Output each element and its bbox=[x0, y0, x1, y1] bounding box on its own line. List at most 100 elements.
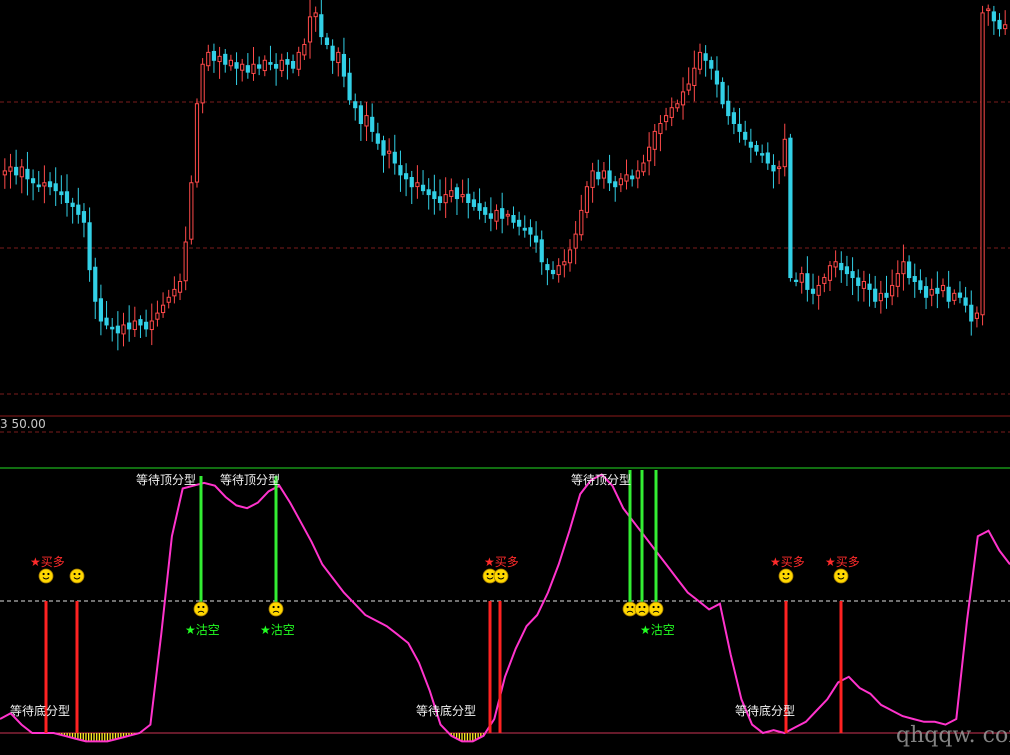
candle-body bbox=[47, 181, 53, 188]
candle-body bbox=[873, 288, 878, 302]
candle-body bbox=[607, 170, 612, 184]
candle-body bbox=[844, 266, 850, 275]
candle-body bbox=[375, 133, 380, 144]
candle-body bbox=[42, 182, 47, 187]
candle-body bbox=[816, 284, 821, 296]
candle-body bbox=[771, 164, 776, 172]
candle-body bbox=[839, 262, 844, 271]
candle-body bbox=[364, 115, 369, 127]
candle-body bbox=[590, 170, 595, 188]
candle-body bbox=[437, 196, 443, 204]
candle-body bbox=[336, 51, 341, 64]
candle-body bbox=[946, 286, 951, 302]
candle-body bbox=[104, 317, 109, 326]
candle-body bbox=[963, 297, 968, 306]
candle-body bbox=[302, 44, 307, 56]
bottom-pattern-label: 等待底分型 bbox=[10, 703, 70, 718]
candle-body bbox=[70, 202, 75, 207]
candle-body bbox=[319, 14, 324, 38]
candle-body bbox=[827, 265, 833, 281]
candle-body bbox=[30, 178, 36, 184]
candle-body bbox=[675, 103, 680, 109]
candle-body bbox=[878, 292, 883, 302]
candle-body bbox=[81, 211, 87, 223]
candle-body bbox=[511, 215, 516, 223]
sell-label: ★沽空 bbox=[260, 623, 295, 637]
candle-body bbox=[573, 233, 578, 249]
candle-body bbox=[403, 173, 409, 180]
candle-body bbox=[409, 177, 414, 188]
candle-body bbox=[160, 304, 166, 314]
candle-body bbox=[98, 298, 104, 322]
candle-body bbox=[262, 59, 267, 72]
candle-body bbox=[240, 63, 245, 71]
candle-body bbox=[251, 63, 256, 74]
candle-body bbox=[533, 235, 539, 243]
candle-body bbox=[245, 65, 250, 73]
candle-body bbox=[969, 304, 974, 322]
candle-body bbox=[850, 271, 855, 279]
candle-body bbox=[138, 319, 143, 326]
smiley-icon bbox=[69, 568, 85, 584]
candle-body bbox=[579, 209, 584, 236]
candle-body bbox=[420, 184, 426, 192]
candle-body bbox=[449, 190, 454, 197]
candle-body bbox=[313, 12, 318, 18]
top-pattern-label: 等待顶分型 bbox=[136, 473, 196, 487]
candle-body bbox=[330, 45, 335, 61]
candle-body bbox=[500, 208, 505, 219]
candle-body bbox=[115, 325, 120, 334]
bottom-pattern-label: 等待底分型 bbox=[735, 703, 795, 718]
candle-body bbox=[788, 137, 793, 279]
candle-body bbox=[127, 322, 132, 330]
candle-body bbox=[760, 153, 765, 156]
candle-body bbox=[217, 55, 222, 63]
candle-body bbox=[268, 62, 273, 65]
candle-body bbox=[986, 8, 991, 12]
candle-body bbox=[952, 292, 957, 301]
sad-face-icon bbox=[634, 601, 650, 617]
candle-body bbox=[64, 191, 70, 204]
sad-face-icon bbox=[648, 601, 664, 617]
candle-body bbox=[680, 91, 686, 106]
candle-body bbox=[121, 324, 126, 335]
candle-body bbox=[991, 11, 996, 22]
candle-body bbox=[59, 191, 64, 196]
candle-body bbox=[895, 273, 900, 287]
candle-body bbox=[454, 187, 460, 200]
candle-body bbox=[228, 59, 233, 67]
candle-body bbox=[132, 320, 137, 331]
candle-body bbox=[929, 288, 934, 296]
candle-body bbox=[19, 166, 24, 178]
candle-body bbox=[166, 296, 171, 303]
candle-body bbox=[635, 170, 640, 179]
candle-body bbox=[562, 261, 567, 266]
candle-body bbox=[528, 227, 533, 235]
candle-body bbox=[290, 60, 296, 69]
candle-body bbox=[618, 178, 623, 186]
smiley-icon bbox=[778, 568, 794, 584]
candle-body bbox=[149, 320, 154, 331]
sell-label: ★沽空 bbox=[185, 623, 220, 637]
candle-body bbox=[76, 204, 81, 215]
candle-body bbox=[686, 83, 691, 91]
candle-body bbox=[584, 186, 590, 213]
candle-body bbox=[935, 287, 940, 294]
candle-body bbox=[647, 146, 652, 162]
candle-body bbox=[720, 81, 725, 105]
candle-body bbox=[36, 184, 41, 188]
candle-body bbox=[805, 273, 810, 290]
candle-body bbox=[358, 105, 363, 124]
candle-body bbox=[257, 64, 262, 69]
candle-body bbox=[432, 191, 437, 200]
candle-body bbox=[550, 269, 556, 275]
chart-background bbox=[0, 0, 1010, 755]
candle-body bbox=[87, 222, 92, 271]
candle-body bbox=[601, 170, 607, 179]
candle-body bbox=[183, 241, 188, 282]
sad-face-icon bbox=[193, 601, 209, 617]
candle-body bbox=[765, 152, 770, 164]
candle-body bbox=[980, 12, 985, 316]
candle-body bbox=[743, 131, 748, 140]
candle-body bbox=[669, 107, 674, 118]
